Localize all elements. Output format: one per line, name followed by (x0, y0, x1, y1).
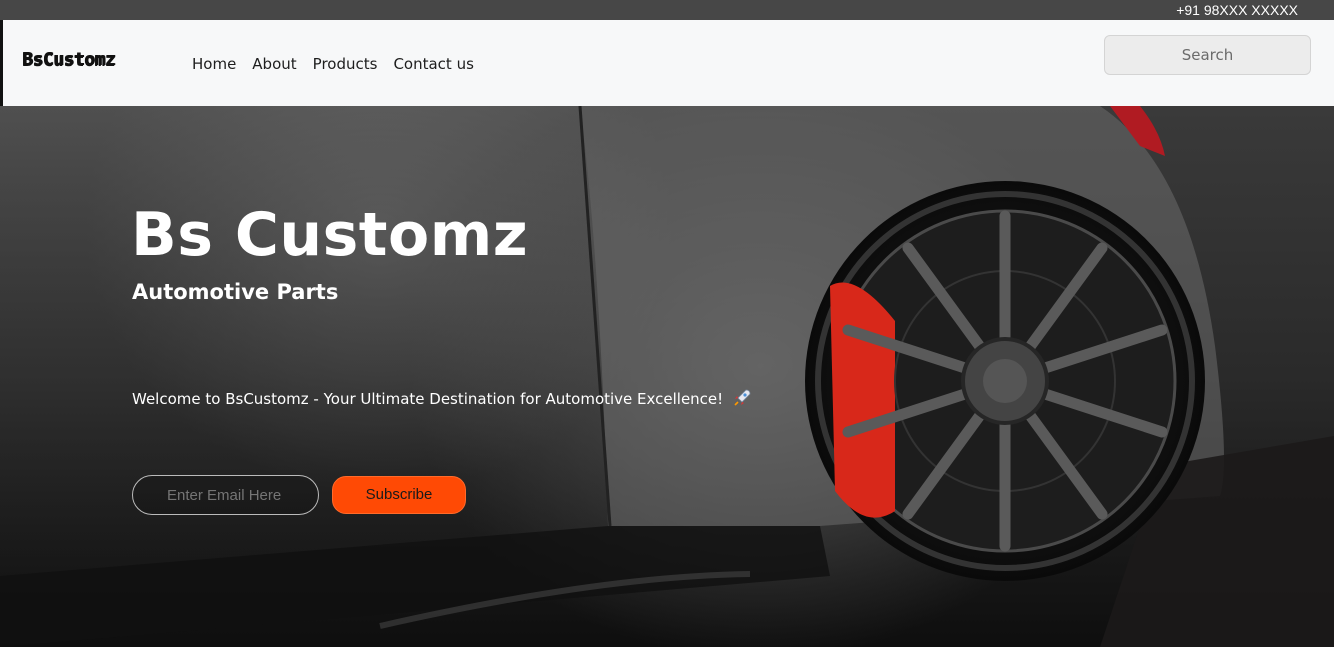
rocket-icon (734, 389, 751, 406)
nav-link-products[interactable]: Products (313, 54, 378, 74)
nav-link-contact[interactable]: Contact us (393, 54, 473, 74)
nav-link-home[interactable]: Home (192, 54, 236, 74)
navbar: BsCustomz Home About Products Contact us (3, 20, 1334, 106)
hero-subtitle: Automotive Parts (132, 280, 339, 304)
top-contact-bar: +91 98XXX XXXXX (0, 0, 1334, 20)
hero-section: Bs Customz Automotive Parts Welcome to B… (0, 106, 1334, 647)
search-input[interactable] (1104, 35, 1311, 75)
hero-car-background (0, 106, 1334, 647)
welcome-message: Welcome to BsCustomz - Your Ultimate Des… (132, 390, 724, 408)
phone-number: +91 98XXX XXXXX (1176, 2, 1298, 18)
nav-link-about[interactable]: About (252, 54, 296, 74)
hero-title: Bs Customz (131, 200, 529, 270)
subscribe-button[interactable]: Subscribe (332, 476, 466, 514)
hero-welcome-text: Welcome to BsCustomz - Your Ultimate Des… (132, 388, 752, 408)
nav-links: Home About Products Contact us (192, 54, 474, 74)
email-input[interactable] (132, 475, 319, 515)
brand-logo[interactable]: BsCustomz (22, 49, 116, 70)
